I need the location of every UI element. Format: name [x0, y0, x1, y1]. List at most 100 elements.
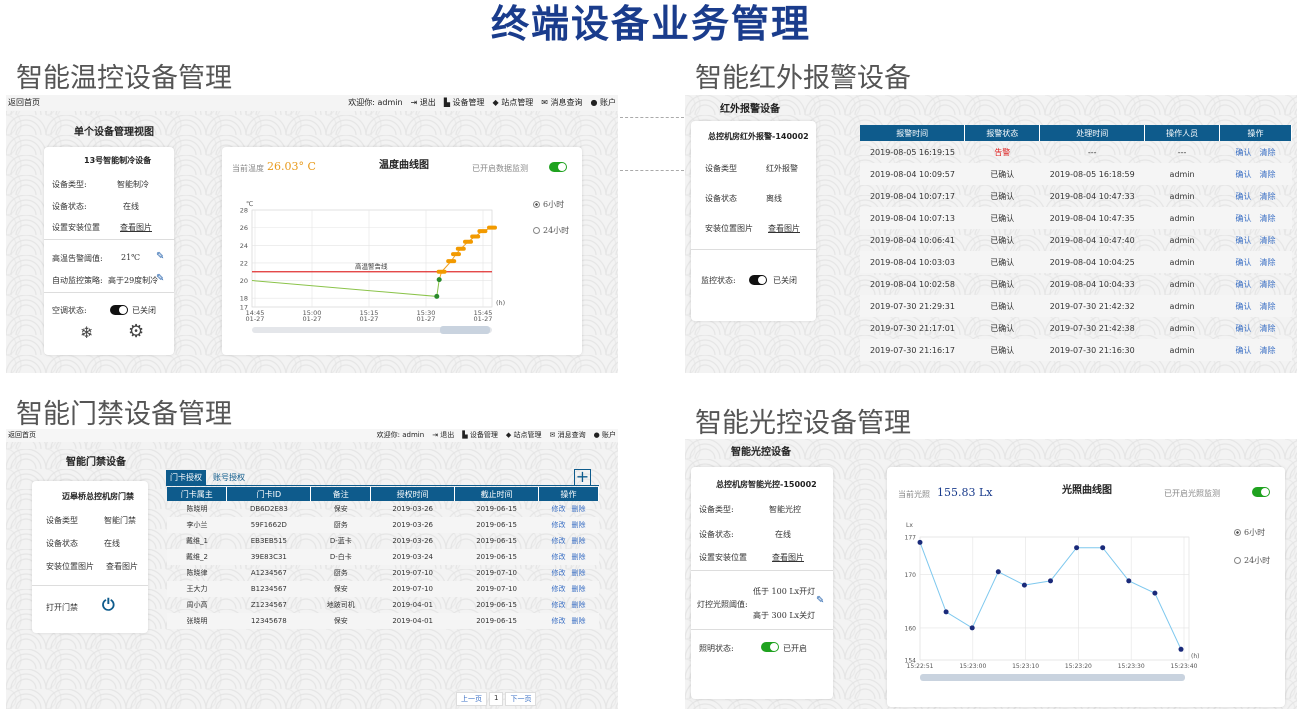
confirm-link[interactable]: 确认 [1236, 214, 1252, 223]
lamp-toggle[interactable] [761, 642, 779, 652]
gear-icon[interactable]: ⚙ [128, 321, 144, 342]
edit-link[interactable]: 修改 [552, 569, 566, 577]
page-number[interactable]: 1 [489, 692, 504, 706]
tab-card-auth[interactable]: 门卡授权 [166, 470, 206, 485]
account-link[interactable]: ● 账户 [590, 95, 616, 111]
delete-link[interactable]: 删除 [572, 601, 586, 609]
clear-link[interactable]: 清除 [1260, 324, 1276, 333]
device-icon: ▙ [462, 431, 468, 439]
data-point [1021, 582, 1027, 588]
slider-handle[interactable] [440, 326, 490, 334]
edit-alarm-icon[interactable]: ✎ [156, 251, 164, 262]
snowflake-icon[interactable]: ❄ [80, 323, 93, 342]
monitor-toggle[interactable] [749, 275, 767, 285]
top-nav-bar: 返回首页 欢迎你: admin ⇥ 退出 ▙ 设备管理 ◆ 站点管理 ✉ 消息查… [6, 95, 618, 111]
install-label: 设置安装位置 [699, 553, 747, 562]
edit-link[interactable]: 修改 [552, 553, 566, 561]
table-cell: 陈晓律 [186, 569, 208, 577]
table-row: 2019-08-04 10:09:57 已确认 2019-08-05 16:18:5… [860, 163, 1292, 185]
ac-toggle[interactable] [110, 305, 128, 315]
confirm-link[interactable]: 确认 [1236, 236, 1252, 245]
tab-account-auth[interactable]: 账号授权 [213, 470, 245, 485]
chart-zoom-slider[interactable] [920, 674, 1185, 681]
confirm-link[interactable]: 确认 [1236, 170, 1252, 179]
section-title-light: 智能光控设备管理 [695, 408, 911, 439]
logout-link[interactable]: ⇥ 退出 [411, 95, 436, 111]
clear-link[interactable]: 清除 [1260, 258, 1276, 267]
confirm-link[interactable]: 确认 [1236, 258, 1252, 267]
table-row: 2019-08-04 10:06:41 已确认 2019-08-04 10:47:4… [860, 229, 1292, 251]
table-cell: 2019-07-30 21:16:17 [860, 339, 965, 361]
clear-link[interactable]: 清除 [1260, 280, 1276, 289]
confirm-link[interactable]: 确认 [1236, 148, 1252, 157]
device-mgmt-link[interactable]: ▙ 设备管理 [462, 429, 498, 442]
account-link[interactable]: ● 账户 [594, 429, 616, 442]
table-cell: 2019-07-30 21:17:01 [869, 323, 955, 333]
clear-link[interactable]: 清除 [1260, 236, 1276, 245]
view-title: 单个设备管理视图 [74, 127, 154, 138]
msg-query-link[interactable]: ✉ 消息查询 [541, 95, 582, 111]
user-icon: ● [590, 98, 598, 107]
threshold-label: 灯控光照阈值: [697, 600, 748, 609]
edit-link[interactable]: 修改 [552, 537, 566, 545]
delete-link[interactable]: 删除 [572, 537, 586, 545]
divider [691, 249, 816, 250]
next-page-button[interactable]: 下一页 [505, 692, 537, 706]
confirm-link[interactable]: 确认 [1236, 280, 1252, 289]
edit-auto-icon[interactable]: ✎ [156, 273, 164, 284]
edit-link[interactable]: 修改 [552, 601, 566, 609]
x-tick-label: 01-27 [474, 315, 493, 323]
auto-value: 高于29度制冷 [108, 276, 159, 285]
install-view-link[interactable]: 查看图片 [772, 552, 804, 563]
back-home-link[interactable]: 返回首页 [8, 429, 36, 442]
delete-link[interactable]: 删除 [572, 553, 586, 561]
logout-icon: ⇥ [432, 431, 439, 439]
site-mgmt-link[interactable]: ◆ 站点管理 [493, 95, 534, 111]
install-view-link[interactable]: 查看图片 [106, 561, 138, 572]
confirm-link[interactable]: 确认 [1236, 302, 1252, 311]
confirm-link[interactable]: 确认 [1236, 324, 1252, 333]
msg-query-link[interactable]: ✉ 消息查询 [550, 429, 586, 442]
table-row: 戴维_1 EB3EB515 D-蓝卡 2019-03-26 2019-06-15 修改 删除 [167, 533, 599, 549]
site-mgmt-link[interactable]: ◆ 站点管理 [506, 429, 542, 442]
edit-link[interactable]: 修改 [552, 505, 566, 513]
edit-link[interactable]: 修改 [552, 585, 566, 593]
clear-link[interactable]: 清除 [1260, 302, 1276, 311]
delete-link[interactable]: 删除 [572, 585, 586, 593]
type-label: 设备类型 [46, 516, 78, 525]
delete-link[interactable]: 删除 [572, 505, 586, 513]
series-line [251, 279, 440, 297]
delete-link[interactable]: 删除 [572, 617, 586, 625]
add-icon[interactable]: + [574, 469, 591, 486]
power-icon[interactable]: ⏻ [102, 595, 115, 615]
x-tick-label: 15:23:30 [1118, 663, 1145, 670]
table-cell: 2019-07-30 21:42:38 [1049, 323, 1135, 333]
device-mgmt-link[interactable]: ▙ 设备管理 [444, 95, 485, 111]
table-cell: admin [1144, 251, 1220, 273]
column-header: 授权时间 [370, 487, 456, 501]
edit-threshold-icon[interactable]: ✎ [816, 595, 824, 606]
table-cell: 2019-06-15 [476, 537, 517, 545]
edit-link[interactable]: 修改 [552, 617, 566, 625]
table-row: 陈晓律 A1234567 厨务 2019-07-10 2019-07-10 修改 删除 [167, 565, 599, 581]
clear-link[interactable]: 清除 [1260, 192, 1276, 201]
clear-link[interactable]: 清除 [1260, 214, 1276, 223]
confirm-link[interactable]: 确认 [1236, 192, 1252, 201]
clear-link[interactable]: 清除 [1260, 170, 1276, 179]
table-cell: --- [1087, 147, 1097, 157]
data-point [455, 246, 466, 251]
back-home-link[interactable]: 返回首页 [8, 95, 40, 111]
delete-link[interactable]: 删除 [572, 569, 586, 577]
clear-link[interactable]: 清除 [1260, 148, 1276, 157]
edit-link[interactable]: 修改 [552, 521, 566, 529]
install-view-link[interactable]: 查看图片 [768, 223, 800, 234]
install-view-link[interactable]: 查看图片 [120, 222, 152, 233]
table-row: 李小兰 59F1662D 厨务 2019-03-26 2019-06-15 修改 删除 [167, 517, 599, 533]
clear-link[interactable]: 清除 [1260, 346, 1276, 355]
confirm-link[interactable]: 确认 [1236, 346, 1252, 355]
logout-link[interactable]: ⇥ 退出 [432, 429, 454, 442]
data-point [995, 569, 1001, 575]
prev-page-button[interactable]: 上一页 [456, 692, 487, 706]
mail-icon: ✉ [549, 431, 556, 439]
delete-link[interactable]: 删除 [572, 521, 586, 529]
